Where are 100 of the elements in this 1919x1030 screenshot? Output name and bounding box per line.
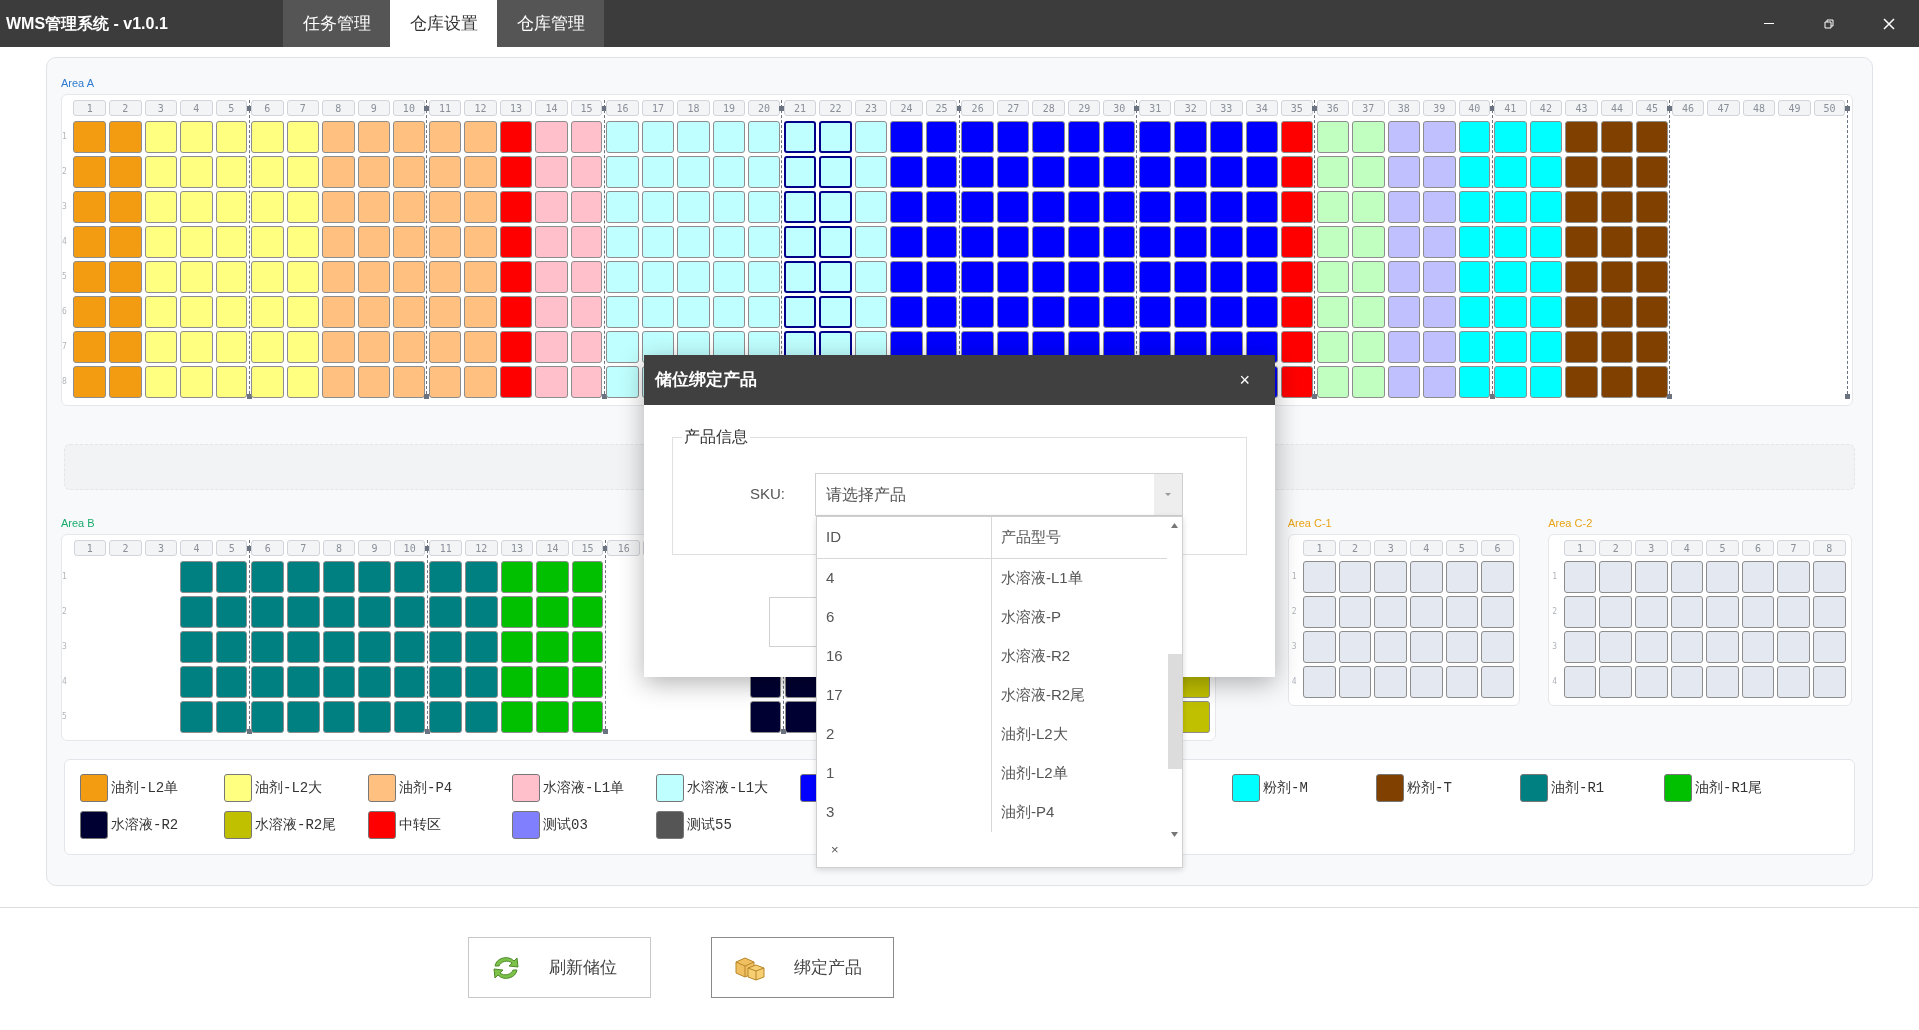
column-header: 14 <box>536 540 569 556</box>
close-button[interactable]: × <box>1239 366 1250 394</box>
column-header: 40 <box>1458 100 1491 116</box>
legend-label: 测试55 <box>687 815 732 835</box>
column-header: 产品型号 <box>1000 527 1062 548</box>
legend-label: 测试03 <box>543 815 588 835</box>
column-header: 41 <box>1494 100 1527 116</box>
refresh-button[interactable]: 刷新储位 <box>468 937 651 998</box>
column-header: 17 <box>641 100 675 116</box>
nav-tab[interactable]: 任务管理 <box>283 0 390 47</box>
column-header: 43 <box>1565 100 1598 116</box>
column-header: 50 <box>1813 100 1846 116</box>
product-option[interactable]: 1 油剂-L2单 <box>817 754 1168 793</box>
column-header: ID <box>817 517 992 558</box>
column-header: 42 <box>1529 100 1563 116</box>
scroll-up-icon[interactable] <box>1171 523 1179 528</box>
column-header: 6 <box>1481 540 1514 556</box>
scroll-down-icon[interactable] <box>1171 832 1179 837</box>
column-header: 1 <box>73 540 107 556</box>
column-header: 11 <box>428 100 462 116</box>
product-option[interactable]: 16 水溶液-R2 <box>817 637 1168 676</box>
column-header: 36 <box>1316 100 1350 116</box>
row-number: 1 <box>1291 570 1297 583</box>
restore-icon <box>1824 18 1834 29</box>
row-number: 8 <box>62 375 67 388</box>
row-number: 5 <box>62 710 67 723</box>
row-number: 4 <box>1291 675 1297 688</box>
sku-select[interactable]: 请选择产品 <box>815 473 1183 516</box>
row-number: 5 <box>62 270 67 283</box>
legend-label: 油剂-L2大 <box>255 778 323 798</box>
area-title: Area C-2 <box>1548 516 1593 530</box>
product-option[interactable]: 4 水溶液-L1单 <box>817 559 1168 598</box>
column-header: 3 <box>144 100 178 116</box>
column-header: 5 <box>215 540 248 556</box>
column-header: 16 <box>607 540 640 556</box>
legend-label: 粉剂-T <box>1407 778 1452 798</box>
clear-button[interactable]: × <box>831 839 839 860</box>
column-header: 22 <box>819 100 852 116</box>
legend-label: 油剂-R1尾 <box>1695 778 1763 798</box>
column-header: 8 <box>1812 540 1846 556</box>
column-header: 12 <box>464 100 497 116</box>
legend-label: 中转区 <box>399 815 441 835</box>
column-header: 45 <box>1636 100 1668 116</box>
column-header: 49 <box>1778 100 1811 116</box>
area-title: Area A <box>61 76 95 90</box>
legend-label: 油剂-L2单 <box>111 778 179 798</box>
row-number: 2 <box>1291 605 1297 618</box>
column-header: 4 <box>1409 540 1443 556</box>
nav-tab[interactable]: 仓库管理 <box>497 0 604 47</box>
column-header: 18 <box>677 100 710 116</box>
area-title: Area C-1 <box>1287 516 1332 530</box>
column-header: 9 <box>357 100 391 116</box>
column-header: 35 <box>1281 100 1313 116</box>
column-header: 8 <box>322 100 355 116</box>
column-header: 1 <box>73 100 106 116</box>
product-option[interactable]: 3 油剂-P4 <box>817 793 1168 832</box>
product-option[interactable]: 2 油剂-L2大 <box>817 715 1168 754</box>
column-header: 13 <box>499 100 533 116</box>
column-header: 5 <box>215 100 248 116</box>
column-header: 2 <box>1599 540 1632 556</box>
column-header: 25 <box>925 100 958 116</box>
caret-icon <box>1165 493 1171 496</box>
column-header: 2 <box>1338 540 1372 556</box>
nav-tab[interactable]: 仓库设置 <box>390 0 497 47</box>
column-header: 10 <box>393 100 425 116</box>
column-header: 33 <box>1210 100 1243 116</box>
column-header: 11 <box>429 540 463 556</box>
column-header: 32 <box>1174 100 1207 116</box>
column-header: 6 <box>1741 540 1775 556</box>
sku-label: SKU: <box>749 484 785 505</box>
column-header: 14 <box>535 100 568 116</box>
area-title: Area B <box>61 516 95 530</box>
column-header: 30 <box>1103 100 1135 116</box>
column-header: 3 <box>1374 540 1407 556</box>
row-number: 2 <box>62 165 67 178</box>
row-number: 2 <box>1552 605 1558 618</box>
row-number: 4 <box>62 675 67 688</box>
row-number: 3 <box>1552 640 1558 653</box>
column-header: 10 <box>393 540 426 556</box>
column-header: 20 <box>748 100 780 116</box>
column-header: 7 <box>1777 540 1810 556</box>
product-option[interactable]: 6 水溶液-P <box>817 598 1168 637</box>
column-header: 8 <box>322 540 356 556</box>
product-option[interactable]: 17 水溶液-R2尾 <box>817 676 1168 715</box>
legend-label: 水溶液-L1大 <box>687 778 769 798</box>
column-header: 26 <box>961 100 994 116</box>
column-header: 1 <box>1303 540 1336 556</box>
bind-button[interactable]: 绑定产品 <box>711 937 894 998</box>
dialog-title: 储位绑定产品 <box>655 369 757 392</box>
row-number: 3 <box>62 200 67 213</box>
column-header: 29 <box>1067 100 1101 116</box>
legend-label: 水溶液-R2 <box>111 815 179 835</box>
column-header: 15 <box>570 100 603 116</box>
column-header: 4 <box>180 540 213 556</box>
column-header: 6 <box>251 100 284 116</box>
legend-label: 水溶液-R2尾 <box>255 815 337 835</box>
column-header: 2 <box>109 100 142 116</box>
app-title: WMS管理系统 - v1.0.1 <box>6 13 169 34</box>
column-header: 15 <box>571 540 604 556</box>
column-header: 3 <box>1634 540 1668 556</box>
